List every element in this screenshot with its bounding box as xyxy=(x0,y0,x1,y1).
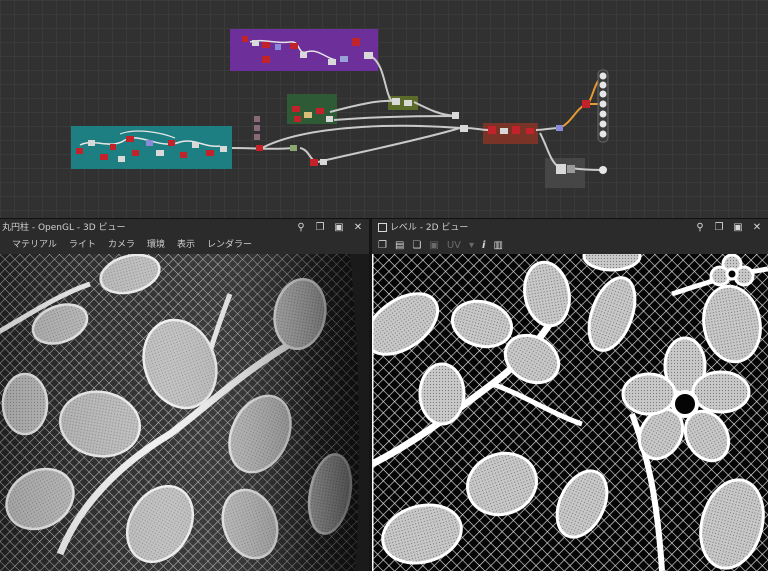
pin-icon[interactable]: ⚲ xyxy=(695,219,705,237)
save-icon[interactable]: ▤ xyxy=(395,237,404,254)
maximize-icon[interactable]: ▣ xyxy=(733,219,743,237)
node-graph[interactable] xyxy=(0,0,768,218)
view-2d-toolbar: ❐ ▤ ❏ ▣ UV ▾ i ▥ xyxy=(372,237,768,254)
lace-texture-2d xyxy=(372,240,768,571)
menu-environment[interactable]: 環境 xyxy=(147,237,165,254)
restore-icon[interactable]: ❐ xyxy=(714,219,724,237)
view-3d-menubar: マテリアル ライト カメラ 環境 表示 レンダラー xyxy=(0,237,369,254)
close-icon[interactable]: ✕ xyxy=(752,219,762,237)
uv-toggle[interactable]: UV xyxy=(447,237,461,254)
histogram-icon[interactable]: ▥ xyxy=(493,237,502,254)
close-icon[interactable]: ✕ xyxy=(353,219,363,237)
lace-cylinder-render xyxy=(0,253,369,571)
middle-nodes[interactable] xyxy=(254,98,468,166)
view-2d-viewport[interactable] xyxy=(372,240,768,571)
copy-icon[interactable]: ❐ xyxy=(378,237,387,254)
menu-material[interactable]: マテリアル xyxy=(12,237,57,254)
info-icon[interactable]: i xyxy=(482,237,485,254)
pin-icon[interactable]: ⚲ xyxy=(296,219,306,237)
view-2d-title: レベル - 2D ビュー xyxy=(389,223,469,233)
export-icon[interactable]: ❏ xyxy=(412,237,421,254)
view-3d-titlebar[interactable]: 丸円柱 - OpenGL - 3D ビュー ⚲ ❐ ▣ ✕ xyxy=(0,219,369,237)
view-2d-titlebar[interactable]: レベル - 2D ビュー ⚲ ❐ ▣ ✕ xyxy=(372,219,768,237)
view-2d-icon xyxy=(378,223,387,232)
node-graph-canvas[interactable] xyxy=(0,0,768,218)
wires-orange xyxy=(559,75,603,129)
view-3d-title: 丸円柱 - OpenGL - 3D ビュー xyxy=(2,223,126,233)
view-2d-panel: レベル - 2D ビュー ⚲ ❐ ▣ ✕ ❐ ▤ ❏ ▣ UV ▾ i ▥ xyxy=(372,219,768,571)
menu-display[interactable]: 表示 xyxy=(177,237,195,254)
menu-renderer[interactable]: レンダラー xyxy=(207,237,252,254)
view-3d-panel: 丸円柱 - OpenGL - 3D ビュー ⚲ ❐ ▣ ✕ マテリアル ライト … xyxy=(0,219,369,571)
view-3d-viewport[interactable] xyxy=(0,253,369,571)
frame-purple[interactable] xyxy=(230,29,378,71)
maximize-icon[interactable]: ▣ xyxy=(334,219,344,237)
menu-light[interactable]: ライト xyxy=(69,237,96,254)
restore-icon[interactable]: ❐ xyxy=(315,219,325,237)
pbr-icon[interactable]: ▣ xyxy=(429,237,438,254)
menu-camera[interactable]: カメラ xyxy=(108,237,135,254)
chevron-down-icon[interactable]: ▾ xyxy=(469,237,474,254)
